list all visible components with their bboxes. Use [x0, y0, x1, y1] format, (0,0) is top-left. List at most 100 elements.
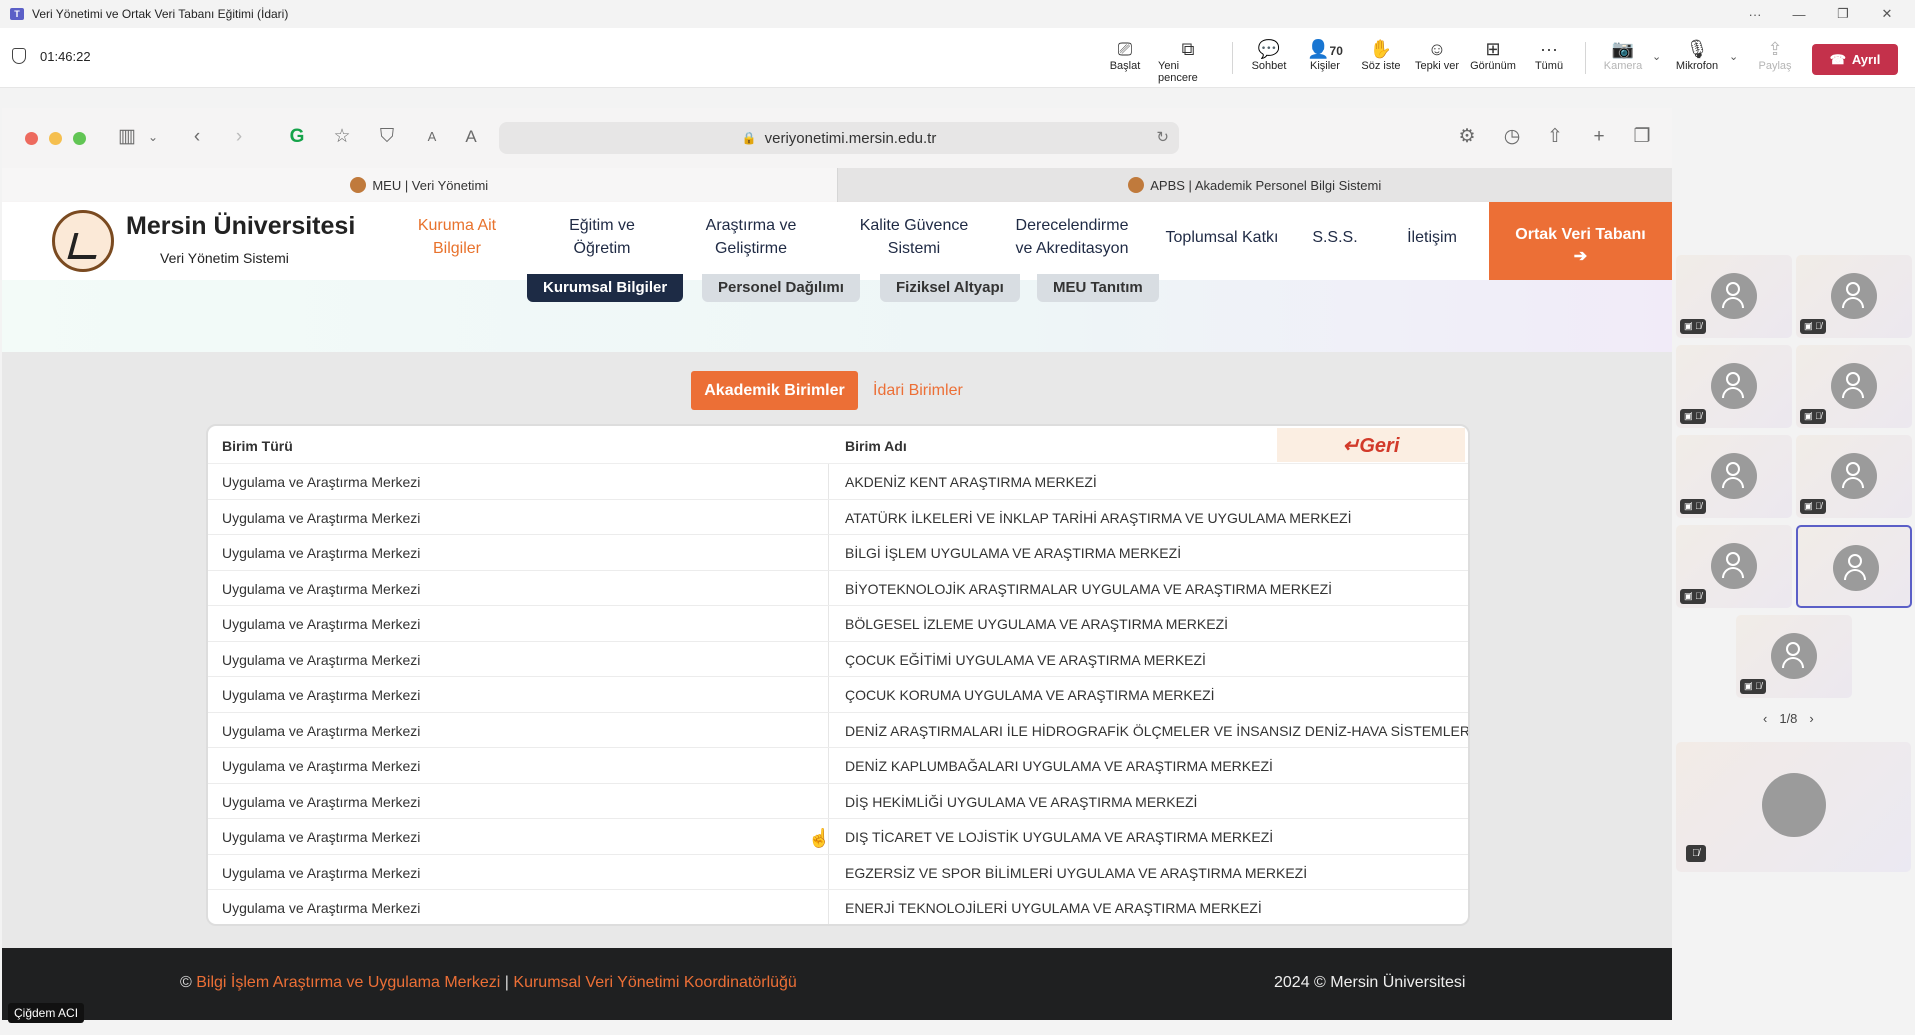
fiziksel-altyapi-button[interactable]: Fiziksel Altyapı [880, 274, 1020, 302]
raise-hand-button[interactable]: ✋ Söz iste [1351, 38, 1411, 72]
people-button[interactable]: 👤70 Kişiler [1295, 38, 1355, 72]
close-icon[interactable]: ✕ [1865, 6, 1909, 22]
table-row[interactable]: Uygulama ve Araştırma Merkezi EGZERSİZ VE… [208, 854, 1468, 890]
tab-apbs[interactable]: APBS | Akademik Personel Bilgi Sistemi [836, 168, 1672, 202]
table-row[interactable]: Uygulama ve Araştırma Merkezi ÇOCUK EĞİTİ… [208, 641, 1468, 677]
new-window-button[interactable]: ⧉ Yeni pencere [1158, 38, 1218, 84]
table-row[interactable]: Uygulama ve Araştırma Merkezi ENERJİ TEKN… [208, 890, 1468, 924]
nav-kalite-guvence[interactable]: Kalite Güvence Sistemi [844, 214, 984, 260]
participant-tile[interactable]: ▣̸ 🎙̸ [1676, 345, 1792, 428]
share-icon[interactable]: ⇧ [1542, 124, 1568, 150]
footer-link-koordinatorluk[interactable]: Kurumsal Veri Yönetimi Koordinatörlüğü [513, 974, 796, 991]
table-row[interactable]: Uygulama ve Araştırma Merkezi ATATÜRK İLK… [208, 499, 1468, 535]
ortak-veri-tabani-button[interactable]: Ortak Veri Tabanı ➔ [1489, 202, 1672, 280]
react-button[interactable]: ☺ Tepki ver [1407, 38, 1467, 72]
participant-tile[interactable]: ▣̸ 🎙̸ [1676, 435, 1792, 518]
view-button[interactable]: ⊞ Görünüm [1463, 38, 1523, 72]
back-button[interactable]: ↵Geri [1277, 428, 1465, 462]
address-bar[interactable]: 🔒 veriyonetimi.mersin.edu.tr ↻ [499, 122, 1179, 154]
grammarly-icon[interactable]: G [284, 124, 310, 150]
column-header-name[interactable]: Birim Adı [845, 438, 907, 454]
table-row[interactable]: Uygulama ve Araştırma Merkezi BÖLGESEL İZ… [208, 606, 1468, 642]
camera-options-chevron-icon[interactable]: ⌄ [1652, 50, 1661, 63]
tab-overview-icon[interactable]: ❐ [1629, 124, 1655, 150]
avatar-icon [1833, 545, 1879, 591]
nav-toplumsal-katki[interactable]: Toplumsal Katkı [1152, 226, 1292, 249]
chevron-down-icon[interactable]: ⌄ [146, 124, 160, 150]
history-clock-icon[interactable]: ◷ [1499, 124, 1525, 150]
maximize-icon[interactable]: ❐ [1821, 6, 1865, 22]
column-header-type[interactable]: Birim Türü [222, 438, 293, 454]
camera-button[interactable]: 📷 Kamera [1593, 38, 1653, 72]
university-logo-icon[interactable] [52, 210, 114, 272]
star-icon[interactable]: ☆ [329, 124, 355, 150]
share-button[interactable]: ⇪ Paylaş [1745, 38, 1805, 72]
unit-type-cell: Uygulama ve Araştırma Merkezi [222, 545, 421, 561]
close-window-icon[interactable] [25, 132, 38, 145]
text-smaller-icon[interactable]: A [422, 124, 442, 150]
text-larger-icon[interactable]: A [460, 124, 482, 150]
new-tab-plus-icon[interactable]: + [1586, 124, 1612, 150]
meu-tanitim-button[interactable]: MEU Tanıtım [1037, 274, 1159, 302]
reload-icon[interactable]: ↻ [1156, 128, 1169, 146]
table-row[interactable]: Uygulama ve Araştırma Merkezi BİLGİ İŞLEM… [208, 535, 1468, 571]
table-row[interactable]: Uygulama ve Araştırma Merkezi AKDENİZ KEN… [208, 464, 1468, 500]
more-button[interactable]: ··· Tümü [1519, 38, 1579, 72]
minimize-icon[interactable]: — [1777, 7, 1821, 22]
participant-tile[interactable]: ▣̸ 🎙̸ [1676, 255, 1792, 338]
column-divider [828, 570, 829, 605]
column-divider [828, 606, 829, 641]
chat-button[interactable]: 💬 Sohbet [1239, 38, 1299, 72]
mic-button[interactable]: 🎙 Mikrofon [1667, 38, 1727, 72]
participant-tile[interactable]: ▣̸ 🎙̸ [1796, 345, 1912, 428]
kurumsal-bilgiler-button[interactable]: Kurumsal Bilgiler [527, 274, 684, 302]
nav-derecelendirme[interactable]: Derecelendirme ve Akreditasyon [997, 214, 1147, 260]
site-name[interactable]: Mersin Üniversitesi [126, 212, 355, 241]
chevron-right-icon[interactable]: › [1809, 711, 1813, 726]
zoom-window-icon[interactable] [73, 132, 86, 145]
more-options-icon[interactable]: ··· [1733, 7, 1777, 22]
personel-dagilimi-button[interactable]: Personel Dağılımı [702, 274, 860, 302]
participant-tile[interactable]: ▣̸ 🎙̸ [1736, 615, 1852, 698]
tab-veri-yonetimi[interactable]: MEU | Veri Yönetimi [2, 168, 837, 202]
participant-tile[interactable]: ▣̸ 🎙̸ [1796, 435, 1912, 518]
leave-button[interactable]: ☎ Ayrıl [1812, 44, 1898, 75]
back-icon[interactable]: ‹ [186, 124, 208, 150]
shield-check-icon[interactable]: ⛉ [374, 124, 400, 150]
nav-sss[interactable]: S.S.S. [1310, 226, 1360, 249]
participant-tile[interactable]: ▣̸ 🎙̸ [1676, 525, 1792, 608]
idari-birimler-tab[interactable]: İdari Birimler [873, 371, 963, 410]
nav-kuruma-ait-bilgiler[interactable]: Kuruma Ait Bilgiler [397, 214, 517, 260]
footer-link-bilgi-islem[interactable]: Bilgi İşlem Araştırma ve Uygulama Merkez… [196, 974, 500, 991]
nav-arastirma-gelistirme[interactable]: Araştırma ve Geliştirme [686, 214, 816, 260]
table-row[interactable]: Uygulama ve Araştırma Merkezi DIŞ TİCARET… [208, 819, 1468, 855]
table-body: Uygulama ve Araştırma Merkezi AKDENİZ KEN… [208, 464, 1468, 924]
column-divider [828, 854, 829, 889]
camera-mic-off-icon: ▣̸ 🎙̸ [1800, 319, 1826, 334]
toolbar-divider [1232, 42, 1233, 74]
table-row[interactable]: Uygulama ve Araştırma Merkezi BİYOTEKNOLO… [208, 570, 1468, 606]
unit-name-cell: BÖLGESEL İZLEME UYGULAMA VE ARAŞTIRMA ME… [845, 616, 1229, 632]
unit-type-cell: Uygulama ve Araştırma Merkezi [222, 829, 421, 845]
settings-gear-icon[interactable]: ⚙ [1454, 124, 1480, 150]
start-button[interactable]: ⎚ Başlat [1095, 38, 1155, 72]
participant-tile[interactable]: ▣̸ 🎙̸ [1796, 255, 1912, 338]
forward-icon[interactable]: › [228, 124, 250, 150]
chevron-left-icon[interactable]: ‹ [1763, 711, 1767, 726]
site-subtitle: Veri Yönetim Sistemi [160, 250, 289, 266]
nav-egitim-ogretim[interactable]: Eğitim ve Öğretim [547, 214, 657, 260]
unit-name-cell: ENERJİ TEKNOLOJİLERİ UYGULAMA VE ARAŞTIR… [845, 900, 1262, 916]
participant-tile[interactable] [1796, 525, 1912, 608]
table-row[interactable]: Uygulama ve Araştırma Merkezi DİŞ HEKİMLİ… [208, 783, 1468, 819]
sidebar-icon[interactable]: ▥ [114, 124, 140, 150]
minimize-window-icon[interactable] [49, 132, 62, 145]
self-video-tile[interactable]: 🎙̸ [1676, 742, 1911, 872]
unit-type-cell: Uygulama ve Araştırma Merkezi [222, 900, 421, 916]
table-row[interactable]: Uygulama ve Araştırma Merkezi ÇOCUK KORUM… [208, 677, 1468, 713]
akademik-birimler-tab[interactable]: Akademik Birimler [691, 371, 858, 410]
table-row[interactable]: Uygulama ve Araştırma Merkezi DENİZ KAPLU… [208, 748, 1468, 784]
nav-iletisim[interactable]: İletişim [1402, 226, 1462, 249]
page-indicator: 1/8 [1779, 711, 1798, 726]
table-row[interactable]: Uygulama ve Araştırma Merkezi DENİZ ARAŞT… [208, 712, 1468, 748]
mic-options-chevron-icon[interactable]: ⌄ [1729, 50, 1738, 63]
